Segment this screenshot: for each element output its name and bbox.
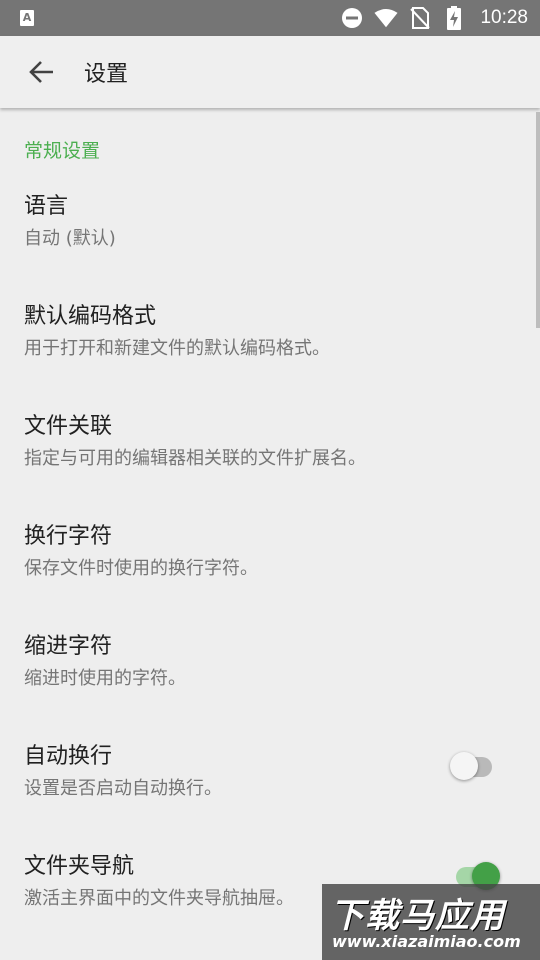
- do-not-disturb-icon: [340, 6, 364, 30]
- setting-title: 语言: [24, 194, 69, 219]
- setting-title: 文件关联: [24, 414, 113, 439]
- battery-charging-icon: [442, 6, 466, 30]
- watermark-text: 下载马应用: [330, 896, 505, 936]
- page-title: 设置: [84, 62, 129, 87]
- setting-subtitle: 用于打开和新建文件的默认编码格式。: [24, 338, 330, 359]
- setting-subtitle: 缩进时使用的字符。: [24, 668, 186, 689]
- watermark-url: www.xiazaimiao.com: [332, 932, 521, 951]
- section-header-general: 常规设置: [24, 140, 101, 162]
- app-bar: 设置: [0, 36, 540, 108]
- setting-indent-char[interactable]: 缩进字符 缩进时使用的字符。: [0, 628, 540, 738]
- setting-word-wrap[interactable]: 自动换行 设置是否启动自动换行。: [0, 738, 540, 848]
- word-wrap-toggle[interactable]: [450, 751, 500, 781]
- scrollbar[interactable]: [536, 112, 540, 328]
- setting-default-encoding[interactable]: 默认编码格式 用于打开和新建文件的默认编码格式。: [0, 298, 540, 408]
- app-notification-icon: A: [20, 10, 34, 26]
- setting-subtitle: 激活主界面中的文件夹导航抽屉。: [24, 888, 294, 909]
- status-icons: 10:28: [340, 0, 528, 36]
- status-time: 10:28: [480, 7, 528, 28]
- setting-title: 换行字符: [24, 524, 113, 549]
- setting-title: 默认编码格式: [24, 304, 157, 329]
- settings-list[interactable]: 常规设置 语言 自动 (默认) 默认编码格式 用于打开和新建文件的默认编码格式。…: [0, 108, 540, 960]
- setting-subtitle: 设置是否启动自动换行。: [24, 778, 222, 799]
- setting-subtitle: 自动 (默认): [24, 228, 116, 249]
- setting-language[interactable]: 语言 自动 (默认): [0, 188, 540, 298]
- status-bar: A 10:28: [0, 0, 540, 36]
- setting-title: 文件夹导航: [24, 854, 135, 879]
- wifi-icon: [374, 6, 398, 30]
- arrow-back-icon: [29, 61, 53, 83]
- setting-title: 缩进字符: [24, 634, 113, 659]
- setting-line-ending[interactable]: 换行字符 保存文件时使用的换行字符。: [0, 518, 540, 628]
- toggle-thumb: [450, 752, 478, 780]
- back-button[interactable]: [22, 54, 62, 90]
- setting-subtitle: 保存文件时使用的换行字符。: [24, 558, 258, 579]
- setting-subtitle: 指定与可用的编辑器相关联的文件扩展名。: [24, 448, 366, 469]
- setting-title: 自动换行: [24, 744, 113, 769]
- setting-file-association[interactable]: 文件关联 指定与可用的编辑器相关联的文件扩展名。: [0, 408, 540, 518]
- no-sim-icon: [408, 6, 432, 30]
- watermark-logo: 下载马应用 www.xiazaimiao.com: [322, 884, 540, 960]
